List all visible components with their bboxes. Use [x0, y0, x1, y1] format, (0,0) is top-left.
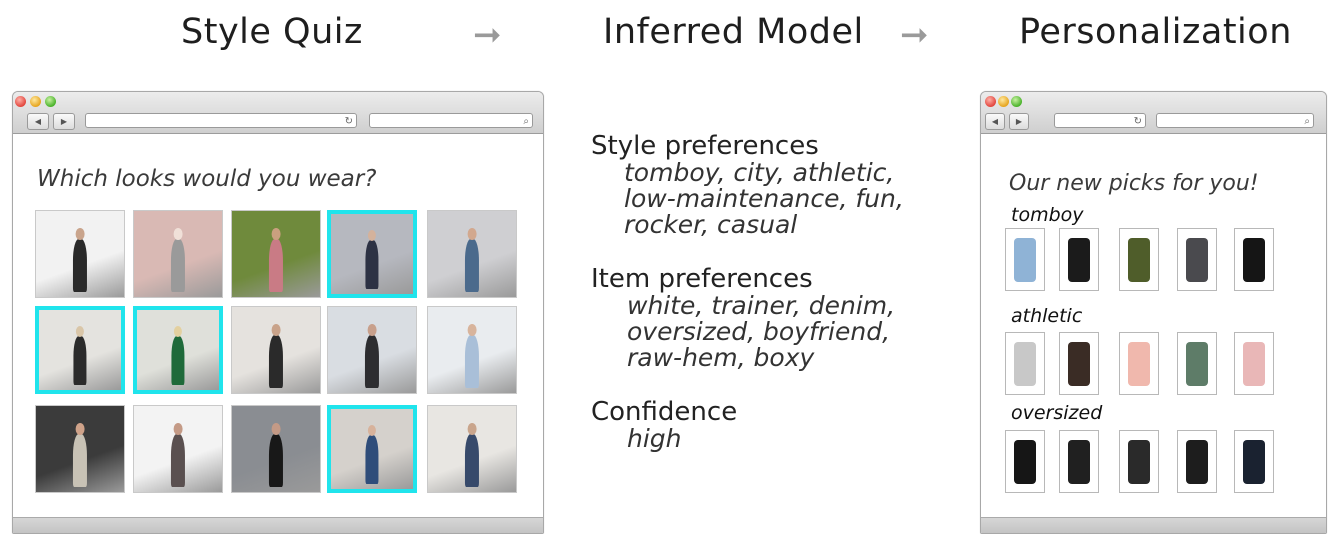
inferred-model-panel: Style preferences tomboy, city, athletic…: [591, 132, 961, 452]
quiz-photo[interactable]: [427, 210, 517, 298]
browser-toolbar: ◀ ▶ ↻ ⌕: [981, 92, 1326, 134]
address-bar[interactable]: ↻: [85, 113, 357, 128]
minimize-window-icon[interactable]: [30, 96, 41, 107]
style-preferences-title: Style preferences: [591, 131, 819, 161]
product-green-bodysuit[interactable]: [1177, 332, 1217, 395]
product-black-denim-shorts[interactable]: [1119, 430, 1159, 493]
search-field[interactable]: ⌕: [369, 113, 533, 128]
style-quiz-header: Style Quiz: [181, 12, 363, 52]
product-grey-joggers[interactable]: [1005, 332, 1045, 395]
product-image: [1186, 439, 1208, 484]
close-window-icon[interactable]: [985, 96, 996, 107]
quiz-prompt: Which looks would you wear?: [37, 166, 377, 192]
quiz-photo[interactable]: [35, 405, 125, 493]
product-image: [1186, 341, 1208, 386]
style-preferences-values: tomboy, city, athletic, low-maintenance,…: [624, 158, 904, 239]
reload-icon[interactable]: ↻: [1134, 116, 1142, 127]
product-black-culottes[interactable]: [1005, 430, 1045, 493]
back-button[interactable]: ◀: [27, 113, 49, 130]
product-image: [1128, 341, 1150, 386]
address-bar[interactable]: ↻: [1054, 113, 1146, 128]
browser-status-bar: [13, 517, 543, 533]
item-preferences-section: Item preferences white, trainer, denim, …: [591, 265, 961, 371]
quiz-photo[interactable]: [35, 210, 125, 298]
maximize-window-icon[interactable]: [1011, 96, 1022, 107]
quiz-photo[interactable]: [327, 306, 417, 394]
product-black-coat[interactable]: [1177, 430, 1217, 493]
product-black-leggings[interactable]: [1059, 228, 1099, 291]
product-image: [1014, 439, 1036, 484]
quiz-photo-selected[interactable]: [327, 210, 417, 298]
category-label-tomboy: tomboy: [1011, 204, 1084, 226]
browser-status-bar: [981, 517, 1326, 533]
forward-button[interactable]: ▶: [53, 113, 75, 130]
product-image: [1243, 237, 1265, 282]
reload-icon[interactable]: ↻: [345, 116, 353, 127]
quiz-photo[interactable]: [133, 405, 223, 493]
product-pink-trainers[interactable]: [1234, 332, 1274, 395]
style-quiz-browser-window: ◀ ▶ ↻ ⌕ Which looks would you wear?: [12, 91, 544, 534]
product-image: [1068, 237, 1090, 282]
quiz-photo-selected[interactable]: [327, 405, 417, 493]
minimize-window-icon[interactable]: [998, 96, 1009, 107]
product-black-jacket[interactable]: [1059, 430, 1099, 493]
personalization-browser-window: ◀ ▶ ↻ ⌕ Our new picks for you! tomboy ath…: [980, 91, 1327, 534]
confidence-value: high: [627, 424, 682, 453]
product-image: [1243, 341, 1265, 386]
product-image: [1186, 237, 1208, 282]
product-black-bodysuit[interactable]: [1234, 228, 1274, 291]
arrow-right-icon: ➞: [473, 15, 502, 55]
category-label-athletic: athletic: [1011, 305, 1083, 327]
product-grey-sweatshirt[interactable]: [1177, 228, 1217, 291]
product-image: [1128, 237, 1150, 282]
category-label-oversized: oversized: [1011, 402, 1103, 424]
search-icon: ⌕: [523, 116, 529, 127]
product-pink-shorts[interactable]: [1119, 332, 1159, 395]
quiz-photo[interactable]: [231, 210, 321, 298]
product-image: [1068, 341, 1090, 386]
product-image: [1068, 439, 1090, 484]
product-image: [1014, 341, 1036, 386]
back-button[interactable]: ◀: [985, 113, 1005, 130]
quiz-photo[interactable]: [231, 405, 321, 493]
search-icon: ⌕: [1304, 116, 1310, 127]
product-olive-vest[interactable]: [1119, 228, 1159, 291]
product-image: [1014, 237, 1036, 282]
picks-prompt: Our new picks for you!: [1009, 171, 1259, 196]
product-image: [1243, 439, 1265, 484]
product-image: [1128, 439, 1150, 484]
quiz-photo[interactable]: [231, 306, 321, 394]
quiz-photo[interactable]: [133, 210, 223, 298]
confidence-title: Confidence: [591, 397, 738, 427]
arrow-right-icon: ➞: [900, 15, 929, 55]
close-window-icon[interactable]: [15, 96, 26, 107]
product-ripped-jeans[interactable]: [1005, 228, 1045, 291]
browser-toolbar: ◀ ▶ ↻ ⌕: [13, 92, 543, 134]
quiz-photo[interactable]: [427, 306, 517, 394]
product-black-jumpsuit[interactable]: [1234, 430, 1274, 493]
inferred-model-header: Inferred Model: [603, 12, 864, 52]
maximize-window-icon[interactable]: [45, 96, 56, 107]
quiz-photo[interactable]: [427, 405, 517, 493]
search-field[interactable]: ⌕: [1156, 113, 1314, 128]
forward-button[interactable]: ▶: [1009, 113, 1029, 130]
quiz-photo-selected[interactable]: [35, 306, 125, 394]
item-preferences-values: white, trainer, denim, oversized, boyfri…: [627, 291, 896, 372]
product-brown-hoodie[interactable]: [1059, 332, 1099, 395]
confidence-section: Confidence high: [591, 398, 961, 452]
personalization-header: Personalization: [1019, 12, 1292, 52]
item-preferences-title: Item preferences: [591, 264, 813, 294]
style-preferences-section: Style preferences tomboy, city, athletic…: [591, 132, 961, 238]
quiz-photo-selected[interactable]: [133, 306, 223, 394]
